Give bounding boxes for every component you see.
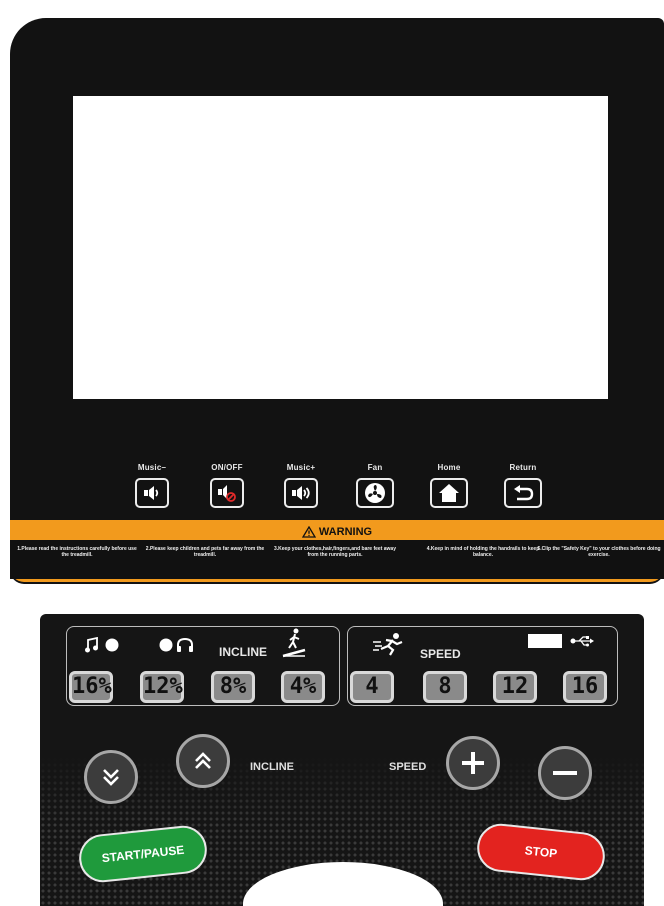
warning-triangle-icon — [301, 525, 317, 538]
home-button[interactable]: Home — [422, 462, 476, 508]
plus-icon — [462, 752, 484, 774]
volume-up-icon[interactable] — [284, 478, 318, 508]
warning-title: WARNING — [318, 526, 373, 538]
usb-icon — [570, 636, 594, 647]
warning-notice-1: 1.Please read the instructions carefully… — [17, 546, 137, 558]
return-button[interactable]: Return — [496, 462, 550, 508]
warning-band: WARNING 1.Please read the instructions c… — [10, 520, 664, 582]
return-icon[interactable] — [504, 478, 542, 508]
warning-notice-4: 4.Keep in mind of holding the handrails … — [426, 546, 540, 558]
speed-preset-4[interactable]: 4 — [350, 671, 394, 703]
on-off-button[interactable]: ON/OFF — [200, 462, 254, 508]
display-console: Music– ON/OFF Music+ Fan Home Return WAR… — [10, 18, 664, 584]
chevron-double-down-icon — [103, 769, 119, 786]
incline-preset-12[interactable]: 12% — [140, 671, 184, 703]
incline-preset-4[interactable]: 4% — [281, 671, 325, 703]
runner-icon — [373, 633, 403, 656]
speed-up-button[interactable] — [446, 736, 500, 790]
fan-button[interactable]: Fan — [348, 462, 402, 508]
display-screen — [73, 96, 608, 399]
speed-preset-16[interactable]: 16 — [563, 671, 607, 703]
minus-icon — [553, 771, 577, 775]
speed-preset-12[interactable]: 12 — [493, 671, 537, 703]
incline-down-button[interactable] — [84, 750, 138, 804]
safety-key-slot — [528, 634, 562, 648]
speed-panel-label: SPEED — [420, 647, 461, 661]
mute-icon[interactable] — [210, 478, 244, 508]
warning-notice-2: 2.Please keep children and pets far away… — [145, 546, 265, 558]
warning-notices: 1.Please read the instructions carefully… — [10, 540, 664, 579]
speed-preset-8[interactable]: 8 — [423, 671, 467, 703]
music-note-icon — [85, 637, 119, 653]
music-up-label: Music+ — [286, 463, 316, 472]
incline-panel-label: INCLINE — [219, 645, 267, 659]
fan-icon[interactable] — [356, 478, 394, 508]
incline-runner-icon — [282, 628, 306, 658]
control-console: INCLINE 16% 12% 8% 4% SPEED 4 8 12 16 IN… — [40, 614, 644, 906]
speed-down-button[interactable] — [538, 746, 592, 800]
incline-preset-panel: INCLINE 16% 12% 8% 4% — [66, 626, 340, 706]
warning-header: WARNING — [10, 525, 664, 538]
volume-down-icon[interactable] — [135, 478, 169, 508]
home-label: Home — [437, 463, 461, 472]
incline-preset-16[interactable]: 16% — [69, 671, 113, 703]
music-up-button[interactable]: Music+ — [274, 462, 328, 508]
warning-notice-5: 5.Clip the "Safety Key" to your clothes … — [537, 546, 661, 558]
music-down-button[interactable]: Music– — [125, 462, 179, 508]
incline-control-label: INCLINE — [250, 761, 294, 773]
chevron-double-up-icon — [195, 752, 211, 769]
on-off-label: ON/OFF — [211, 463, 243, 472]
headphone-icon — [159, 637, 193, 652]
incline-preset-8[interactable]: 8% — [211, 671, 255, 703]
speed-preset-panel: SPEED 4 8 12 16 — [347, 626, 618, 706]
incline-up-button[interactable] — [176, 734, 230, 788]
fan-label: Fan — [367, 463, 383, 472]
music-down-label: Music– — [137, 463, 167, 472]
home-icon[interactable] — [430, 478, 468, 508]
warning-notice-3: 3.Keep your clothes,hair,fingers,and bar… — [274, 546, 396, 558]
speed-control-label: SPEED — [389, 761, 427, 773]
return-label: Return — [509, 463, 537, 472]
